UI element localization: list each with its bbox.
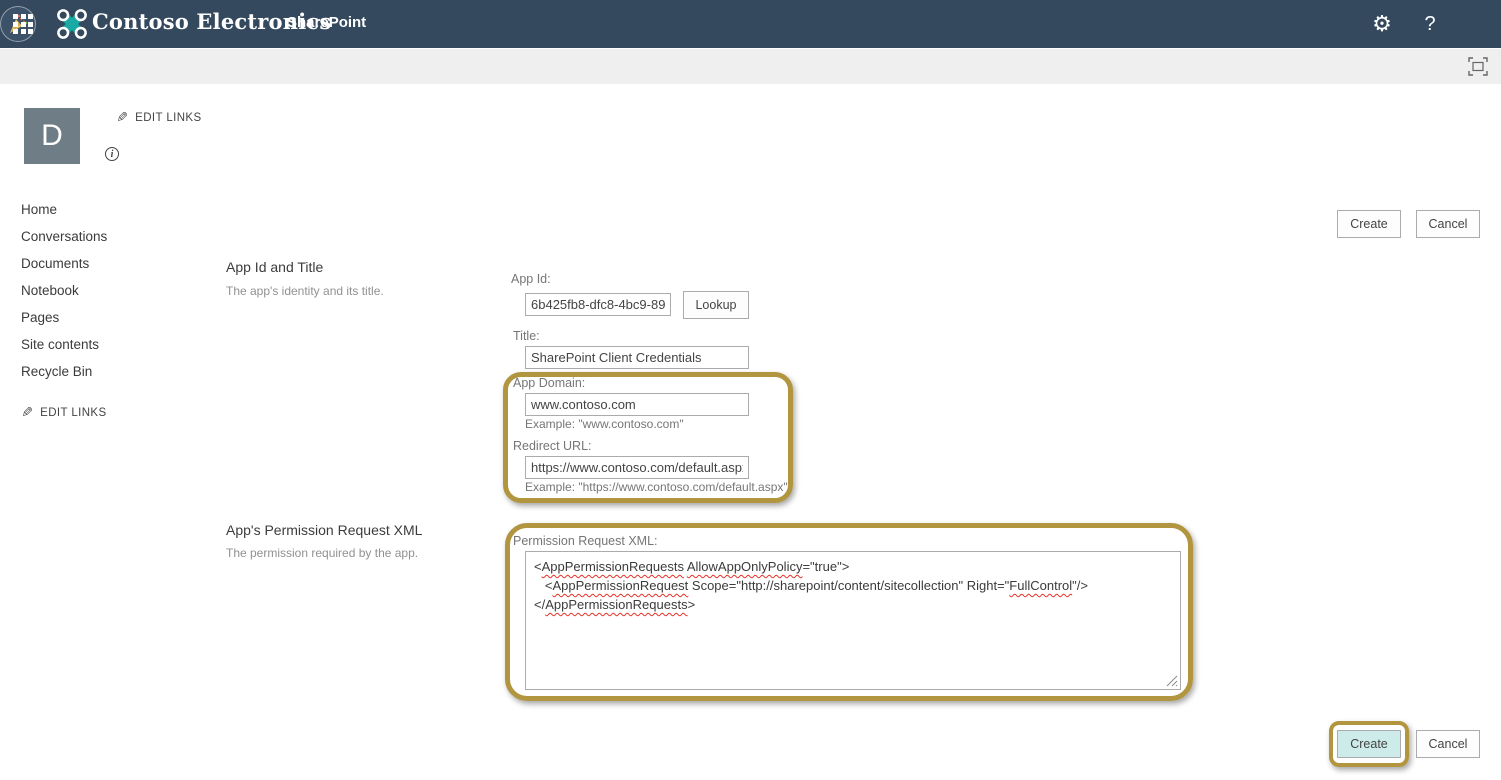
- edit-links-bottom[interactable]: ✎ EDIT LINKS: [21, 404, 107, 421]
- section-desc-identity: The app's identity and its title.: [226, 284, 384, 298]
- permission-xml-textarea[interactable]: <AppPermissionRequests AllowAppOnlyPolic…: [525, 551, 1181, 690]
- permission-xml-content: <AppPermissionRequests AllowAppOnlyPolic…: [534, 557, 1172, 614]
- site-logo[interactable]: D: [24, 108, 80, 164]
- contoso-logo-icon: [56, 8, 88, 40]
- pencil-icon: ✎: [21, 404, 33, 421]
- app-domain-input[interactable]: [525, 393, 749, 416]
- resize-handle-icon[interactable]: [1166, 675, 1178, 687]
- nav-item-documents[interactable]: Documents: [21, 256, 89, 271]
- nav-item-notebook[interactable]: Notebook: [21, 283, 79, 298]
- redirect-url-input[interactable]: [525, 456, 749, 479]
- cancel-button-top[interactable]: Cancel: [1416, 210, 1480, 238]
- redirect-url-label: Redirect URL:: [513, 439, 592, 453]
- cancel-button-bottom[interactable]: Cancel: [1416, 730, 1480, 758]
- permission-xml-label: Permission Request XML:: [513, 534, 658, 548]
- product-name[interactable]: SharePoint: [287, 14, 366, 31]
- redirect-url-example: Example: "https://www.contoso.com/defaul…: [525, 480, 788, 494]
- nav-item-home[interactable]: Home: [21, 202, 57, 217]
- help-icon[interactable]: ?: [1412, 0, 1448, 48]
- nav-item-conversations[interactable]: Conversations: [21, 229, 107, 244]
- create-button-top[interactable]: Create: [1337, 210, 1401, 238]
- focus-mode-icon[interactable]: [1468, 57, 1488, 76]
- sharepoint-register-app-page: Contoso Electronics SharePoint ⚙ ? D ✎ E…: [0, 0, 1501, 780]
- app-domain-example: Example: "www.contoso.com": [525, 417, 684, 431]
- settings-gear-icon[interactable]: ⚙: [1364, 0, 1400, 48]
- app-id-input[interactable]: [525, 293, 671, 316]
- nav-item-recycle-bin[interactable]: Recycle Bin: [21, 364, 92, 379]
- create-button-bottom[interactable]: Create: [1337, 730, 1401, 758]
- nav-item-site-contents[interactable]: Site contents: [21, 337, 99, 352]
- lookup-button[interactable]: Lookup: [683, 291, 749, 319]
- section-title-identity: App Id and Title: [226, 259, 323, 275]
- ribbon-strip: [0, 49, 1501, 84]
- section-title-permissions: App's Permission Request XML: [226, 522, 422, 538]
- title-label: Title:: [513, 329, 540, 343]
- app-launcher-icon[interactable]: [13, 14, 33, 34]
- nav-item-pages[interactable]: Pages: [21, 310, 59, 325]
- edit-links-label: EDIT LINKS: [40, 407, 106, 419]
- title-input[interactable]: [525, 346, 749, 369]
- info-icon[interactable]: i: [105, 147, 119, 161]
- section-desc-permissions: The permission required by the app.: [226, 546, 418, 560]
- edit-links-top[interactable]: ✎ EDIT LINKS: [116, 109, 202, 126]
- edit-links-label: EDIT LINKS: [135, 112, 201, 124]
- suite-bar: Contoso Electronics SharePoint ⚙ ?: [0, 0, 1501, 48]
- app-domain-label: App Domain:: [513, 376, 585, 390]
- pencil-icon: ✎: [116, 109, 128, 126]
- app-id-label: App Id:: [511, 272, 551, 286]
